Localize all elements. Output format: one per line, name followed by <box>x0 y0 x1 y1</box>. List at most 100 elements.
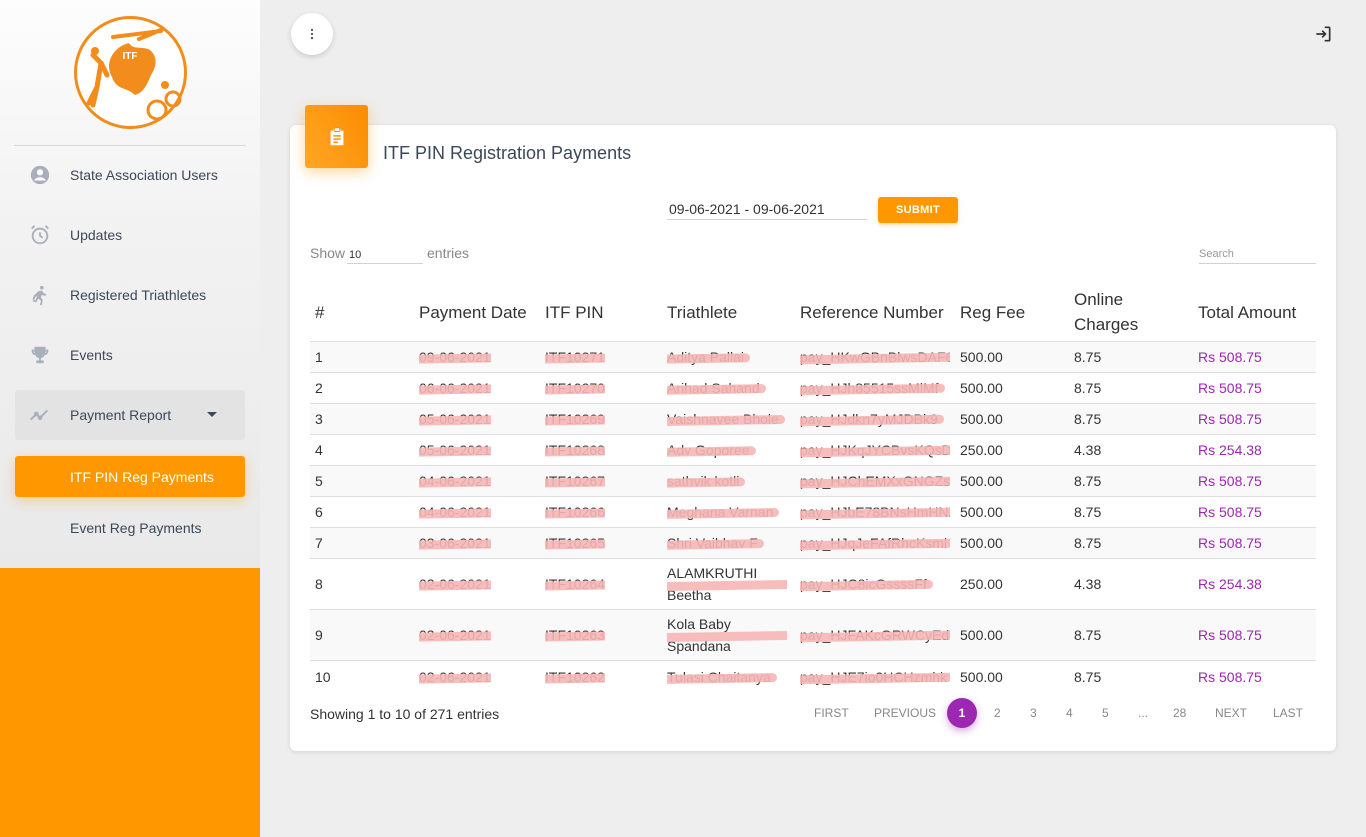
table-cell-n: 2 <box>315 373 323 403</box>
column-header-triathlete[interactable]: Triathlete <box>667 283 737 341</box>
table-cell-fee: 250.00 <box>960 559 1003 609</box>
table-cell-total: Rs 508.75 <box>1198 497 1262 527</box>
cell-text: ITF10263 <box>545 627 605 643</box>
column-header-number[interactable]: # <box>315 283 324 341</box>
cell-text: 4.38 <box>1074 442 1102 458</box>
nav-sub-item-itf-pin-reg-payments[interactable]: ITF PIN Reg Payments <box>15 456 245 497</box>
pager-page-4-button[interactable]: 4 <box>1066 705 1073 721</box>
table-cell-charges: 8.75 <box>1074 466 1101 496</box>
logout-button[interactable] <box>1311 22 1335 46</box>
pager-page-28-button[interactable]: 28 <box>1173 705 1186 721</box>
table-cell-name: Vaishnavee Bhole <box>667 404 787 434</box>
nav-item-state-association-users[interactable]: State Association Users <box>15 150 245 200</box>
cell-text: 8.75 <box>1074 627 1102 643</box>
column-header-online-charges[interactable]: Online Charges <box>1074 283 1164 341</box>
pager-first-button[interactable]: FIRST <box>814 705 849 721</box>
pager-last-button[interactable]: LAST <box>1273 705 1303 721</box>
cell-text: 250.00 <box>960 576 1003 592</box>
cell-text: 8.75 <box>1074 535 1102 551</box>
cell-text: pay_HJE7io0HCHzmhk <box>800 668 948 685</box>
column-header-payment-date[interactable]: Payment Date <box>419 283 527 341</box>
card-header-icon <box>305 105 368 168</box>
table-cell-ref: pay_HJE7io0HCHzmhk <box>800 661 950 692</box>
table-cell-n: 5 <box>315 466 323 496</box>
table-cell-fee: 500.00 <box>960 528 1003 558</box>
cell-text: 8.75 <box>1074 473 1102 489</box>
cell-text: pay_HJKqJYCBvsKQsD <box>800 442 950 458</box>
nav-sub-label: ITF PIN Reg Payments <box>70 468 214 485</box>
cell-text: 06-06-2021 <box>419 380 491 396</box>
date-range-input[interactable]: 09-06-2021 - 09-06-2021 <box>667 200 867 220</box>
cell-text: 500.00 <box>960 411 1003 427</box>
table-cell-ref: pay_HJKqJYCBvsKQsD <box>800 435 950 465</box>
nav-item-payment-report[interactable]: Payment Report <box>15 390 245 440</box>
cell-text: sathvik kotli <box>667 470 739 492</box>
submit-button[interactable]: SUBMIT <box>878 197 958 223</box>
pager-next-button[interactable]: NEXT <box>1215 705 1247 721</box>
cell-text: pay_HKwGBnBlwsDAF6 <box>800 349 950 365</box>
pager-page-3-button[interactable]: 3 <box>1030 705 1037 721</box>
table-row: 6 04-06-2021 ITF10266 Meghana Varnan pay_HJb… <box>310 496 1316 527</box>
column-header-reg-fee[interactable]: Reg Fee <box>960 283 1025 341</box>
pager-page-5-button[interactable]: 5 <box>1102 705 1109 721</box>
cell-text: pay_HJChEMXxGNGZsyl <box>800 473 950 489</box>
table-cell-fee: 500.00 <box>960 342 1003 372</box>
table-row: 8 02-06-2021 ITF10264 ALAMKRUTHI Beetha pay_… <box>310 558 1316 609</box>
column-header-itf-pin[interactable]: ITF PIN <box>545 283 604 341</box>
table-cell-name: Meghana Varnan <box>667 497 787 527</box>
table-row: 1 09-06-2021 ITF10271 Aditya Pallai pay_HKwG… <box>310 341 1316 372</box>
table-cell-fee: 500.00 <box>960 373 1003 403</box>
table-row: 3 05-06-2021 ITF10269 Vaishnavee Bhole pay_H… <box>310 403 1316 434</box>
entries-per-page-select[interactable]: 10 <box>347 246 423 264</box>
cell-text: 8.75 <box>1074 380 1102 396</box>
table-cell-charges: 8.75 <box>1074 497 1101 527</box>
nav-item-registered-triathletes[interactable]: Registered Triathletes <box>15 270 245 320</box>
table-cell-n: 9 <box>315 610 323 660</box>
alarm-clock-icon <box>28 223 52 247</box>
table-cell-name: Kola Baby Spandana <box>667 610 787 660</box>
pager-page-1-button[interactable]: 1 <box>947 698 977 728</box>
itf-logo-icon[interactable]: ITF <box>73 15 188 130</box>
trending-up-icon <box>28 403 52 427</box>
cell-text: Rs 508.75 <box>1198 627 1262 643</box>
cell-text: Adv Goporee <box>667 439 750 461</box>
table-cell-date: 05-06-2021 <box>419 404 491 434</box>
column-header-reference-number[interactable]: Reference Number <box>800 283 944 341</box>
table-cell-pin: ITF10267 <box>545 466 605 496</box>
table-cell-total: Rs 254.38 <box>1198 559 1262 609</box>
cell-text: 10 <box>315 668 331 685</box>
cell-text: pay_HJC8icGssssFf <box>800 576 927 592</box>
nav-label: Updates <box>70 227 123 243</box>
cell-text: 09-06-2021 <box>419 349 491 365</box>
nav-label: Registered Triathletes <box>70 287 207 303</box>
cell-text: 04-06-2021 <box>419 473 491 489</box>
pager-ellipsis: ... <box>1138 706 1149 720</box>
nav-sub-item-event-reg-payments[interactable]: Event Reg Payments <box>15 507 245 548</box>
cell-text: 500.00 <box>960 473 1003 489</box>
cell-text: 05-06-2021 <box>419 442 491 458</box>
cell-text: 8.75 <box>1074 668 1102 685</box>
cell-text: 4 <box>315 442 323 458</box>
table-row: 9 02-06-2021 ITF10263 Kola Baby Spandana pay… <box>310 609 1316 660</box>
cell-text: 500.00 <box>960 535 1003 551</box>
table-cell-ref: pay_HJdkn7yMJDBk9 <box>800 404 950 434</box>
column-header-total-amount[interactable]: Total Amount <box>1198 283 1296 341</box>
cell-text: Arihad Sahand <box>667 377 760 399</box>
table-cell-ref: pay_HJC8icGssssFf <box>800 559 950 609</box>
sidebar-toggle-button[interactable] <box>291 13 333 55</box>
cell-text: ITF10266 <box>545 504 605 520</box>
cell-text: ITF10270 <box>545 380 605 396</box>
entries-label: entries <box>427 245 470 261</box>
nav-item-updates[interactable]: Updates <box>15 210 245 260</box>
cell-text: 5 <box>315 473 323 489</box>
nav-item-events[interactable]: Events <box>15 330 245 380</box>
table-cell-n: 4 <box>315 435 323 465</box>
pager-previous-button[interactable]: PREVIOUS <box>874 705 936 721</box>
cell-text: ITF10264 <box>545 576 605 592</box>
cell-text: 03-06-2021 <box>419 535 491 551</box>
cell-text: pay_HJh85515ssMlMf <box>800 380 939 396</box>
search-input[interactable]: Search <box>1199 246 1316 264</box>
pager-page-2-button[interactable]: 2 <box>994 705 1001 721</box>
table-cell-pin: ITF10268 <box>545 435 605 465</box>
cell-text: Aditya Pallai <box>667 346 744 368</box>
